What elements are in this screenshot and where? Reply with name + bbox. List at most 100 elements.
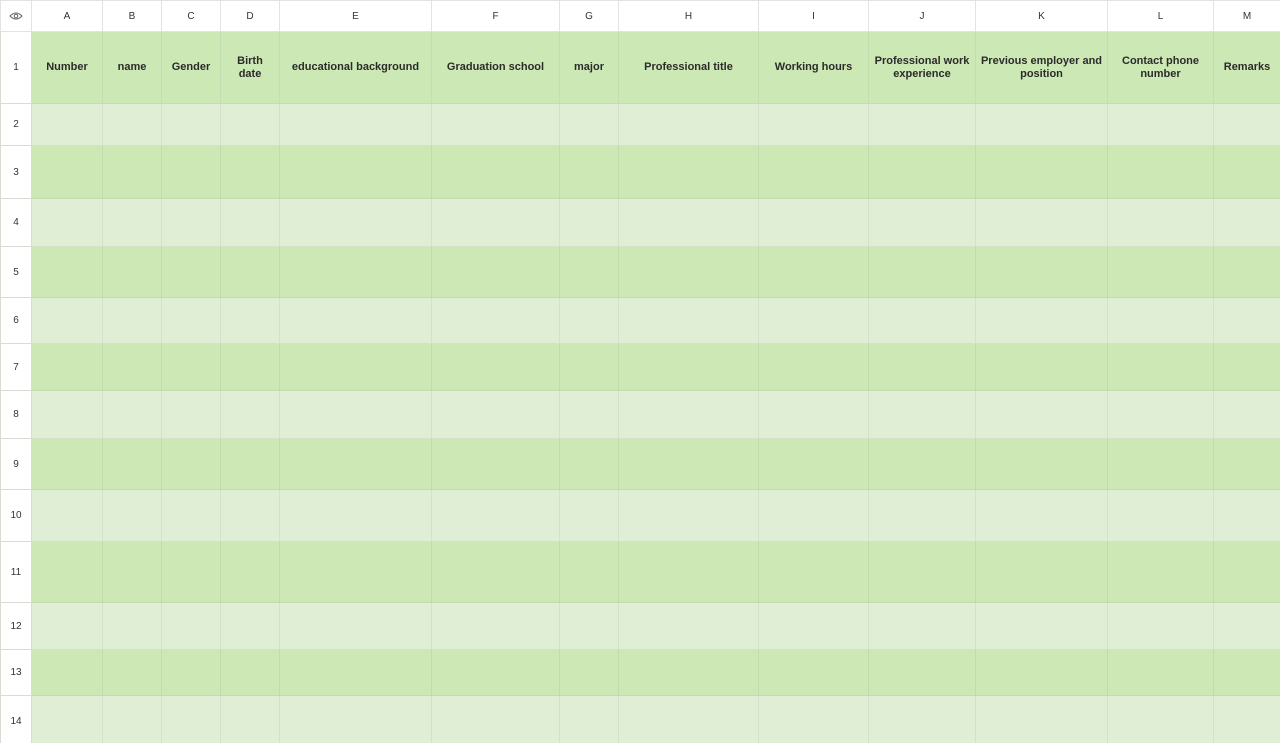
column-header-m[interactable]: M xyxy=(1213,0,1280,32)
row-number[interactable]: 3 xyxy=(0,145,32,199)
cell[interactable] xyxy=(31,541,103,603)
header-cell-name[interactable]: name xyxy=(102,31,162,104)
cell[interactable] xyxy=(975,297,1108,344)
cell[interactable] xyxy=(758,198,869,247)
cell[interactable] xyxy=(1213,390,1280,439)
cell[interactable] xyxy=(559,602,619,650)
cell[interactable] xyxy=(220,246,280,298)
cell[interactable] xyxy=(975,541,1108,603)
cell[interactable] xyxy=(161,489,221,542)
cell[interactable] xyxy=(1107,343,1214,391)
row-number[interactable]: 12 xyxy=(0,602,32,650)
cell[interactable] xyxy=(31,145,103,199)
cell[interactable] xyxy=(31,602,103,650)
cell[interactable] xyxy=(102,103,162,146)
cell[interactable] xyxy=(102,198,162,247)
cell[interactable] xyxy=(868,649,976,696)
cell[interactable] xyxy=(618,695,759,743)
cell[interactable] xyxy=(220,297,280,344)
cell[interactable] xyxy=(868,695,976,743)
cell[interactable] xyxy=(1213,541,1280,603)
cell[interactable] xyxy=(618,541,759,603)
cell[interactable] xyxy=(431,438,560,490)
header-cell-major[interactable]: major xyxy=(559,31,619,104)
cell[interactable] xyxy=(618,438,759,490)
row-number[interactable]: 2 xyxy=(0,103,32,146)
cell[interactable] xyxy=(431,541,560,603)
cell[interactable] xyxy=(161,541,221,603)
cell[interactable] xyxy=(102,695,162,743)
cell[interactable] xyxy=(618,390,759,439)
select-all-corner[interactable] xyxy=(0,0,32,32)
cell[interactable] xyxy=(1213,145,1280,199)
cell[interactable] xyxy=(758,438,869,490)
cell[interactable] xyxy=(868,198,976,247)
cell[interactable] xyxy=(1213,602,1280,650)
column-header-h[interactable]: H xyxy=(618,0,759,32)
cell[interactable] xyxy=(220,145,280,199)
cell[interactable] xyxy=(618,246,759,298)
column-header-c[interactable]: C xyxy=(161,0,221,32)
cell[interactable] xyxy=(758,246,869,298)
cell[interactable] xyxy=(31,297,103,344)
cell[interactable] xyxy=(868,390,976,439)
cell[interactable] xyxy=(559,438,619,490)
row-number[interactable]: 4 xyxy=(0,198,32,247)
header-cell-professional-title[interactable]: Professional title xyxy=(618,31,759,104)
cell[interactable] xyxy=(279,489,432,542)
cell[interactable] xyxy=(161,343,221,391)
cell[interactable] xyxy=(868,103,976,146)
cell[interactable] xyxy=(618,297,759,344)
cell[interactable] xyxy=(161,145,221,199)
cell[interactable] xyxy=(559,103,619,146)
cell[interactable] xyxy=(431,390,560,439)
cell[interactable] xyxy=(279,198,432,247)
cell[interactable] xyxy=(102,649,162,696)
row-number[interactable]: 11 xyxy=(0,541,32,603)
cell[interactable] xyxy=(559,145,619,199)
cell[interactable] xyxy=(758,145,869,199)
cell[interactable] xyxy=(279,297,432,344)
cell[interactable] xyxy=(1213,649,1280,696)
column-header-a[interactable]: A xyxy=(31,0,103,32)
cell[interactable] xyxy=(102,438,162,490)
cell[interactable] xyxy=(102,541,162,603)
row-number[interactable]: 1 xyxy=(0,31,32,104)
cell[interactable] xyxy=(975,695,1108,743)
header-cell-working-hours[interactable]: Working hours xyxy=(758,31,869,104)
cell[interactable] xyxy=(1213,297,1280,344)
cell[interactable] xyxy=(758,390,869,439)
cell[interactable] xyxy=(1107,103,1214,146)
cell[interactable] xyxy=(31,438,103,490)
cell[interactable] xyxy=(279,390,432,439)
row-number[interactable]: 6 xyxy=(0,297,32,344)
cell[interactable] xyxy=(975,145,1108,199)
cell[interactable] xyxy=(1107,390,1214,439)
cell[interactable] xyxy=(220,343,280,391)
cell[interactable] xyxy=(161,297,221,344)
cell[interactable] xyxy=(102,246,162,298)
cell[interactable] xyxy=(559,198,619,247)
cell[interactable] xyxy=(559,489,619,542)
cell[interactable] xyxy=(618,489,759,542)
row-number[interactable]: 9 xyxy=(0,438,32,490)
cell[interactable] xyxy=(31,649,103,696)
cell[interactable] xyxy=(559,541,619,603)
cell[interactable] xyxy=(618,602,759,650)
cell[interactable] xyxy=(31,103,103,146)
cell[interactable] xyxy=(618,145,759,199)
cell[interactable] xyxy=(758,649,869,696)
cell[interactable] xyxy=(161,695,221,743)
cell[interactable] xyxy=(220,602,280,650)
cell[interactable] xyxy=(559,649,619,696)
cell[interactable] xyxy=(1213,489,1280,542)
cell[interactable] xyxy=(975,343,1108,391)
column-header-i[interactable]: I xyxy=(758,0,869,32)
cell[interactable] xyxy=(1107,297,1214,344)
cell[interactable] xyxy=(279,343,432,391)
cell[interactable] xyxy=(559,390,619,439)
cell[interactable] xyxy=(1107,198,1214,247)
row-number[interactable]: 10 xyxy=(0,489,32,542)
cell[interactable] xyxy=(1107,541,1214,603)
cell[interactable] xyxy=(758,343,869,391)
